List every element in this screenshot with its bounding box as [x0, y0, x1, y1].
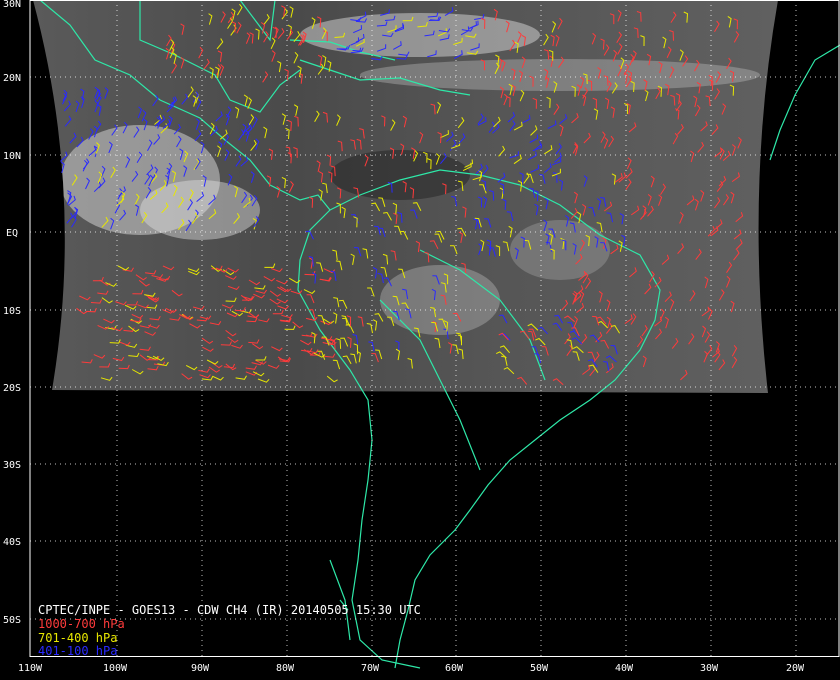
latitude-labels: 30N 20N 10N EQ 10S 20S 30S 40S 50S	[3, 0, 21, 626]
lon-label: 80W	[276, 663, 295, 674]
islands-patagonia	[329, 559, 351, 641]
lon-label: 100W	[103, 663, 128, 674]
map-canvas: 30N 20N 10N EQ 10S 20S 30S 40S 50S 110W …	[3, 0, 840, 674]
lon-label: 40W	[615, 663, 634, 674]
lon-label: 70W	[361, 663, 380, 674]
lat-label: 10S	[3, 306, 21, 317]
lat-label: EQ	[6, 228, 18, 239]
lon-label: 110W	[18, 663, 43, 674]
legend-mid-level: 701-400 hPa	[38, 631, 118, 645]
lon-label: 90W	[191, 663, 210, 674]
lat-label: 30S	[3, 460, 21, 471]
legend-low-level: 1000-700 hPa	[38, 617, 125, 631]
longitude-labels: 110W 100W 90W 80W 70W 60W 50W 40W 30W 20…	[18, 663, 805, 674]
lon-label: 30W	[700, 663, 719, 674]
coast-africa	[769, 44, 840, 161]
lat-label: 20S	[3, 383, 21, 394]
lat-label: 20N	[3, 73, 21, 84]
satellite-wind-map: 30N 20N 10N EQ 10S 20S 30S 40S 50S 110W …	[0, 0, 840, 680]
lat-label: 40S	[3, 537, 21, 548]
lon-label: 50W	[530, 663, 549, 674]
lat-label: 10N	[3, 151, 21, 162]
legend-high-level: 401-100 hPa	[38, 644, 118, 658]
lon-label: 60W	[445, 663, 464, 674]
lon-label: 20W	[786, 663, 805, 674]
lat-label: 30N	[3, 0, 21, 10]
map-title: CPTEC/INPE - GOES13 - CDW CH4 (IR) 20140…	[38, 603, 421, 617]
lat-label: 50S	[3, 615, 21, 626]
